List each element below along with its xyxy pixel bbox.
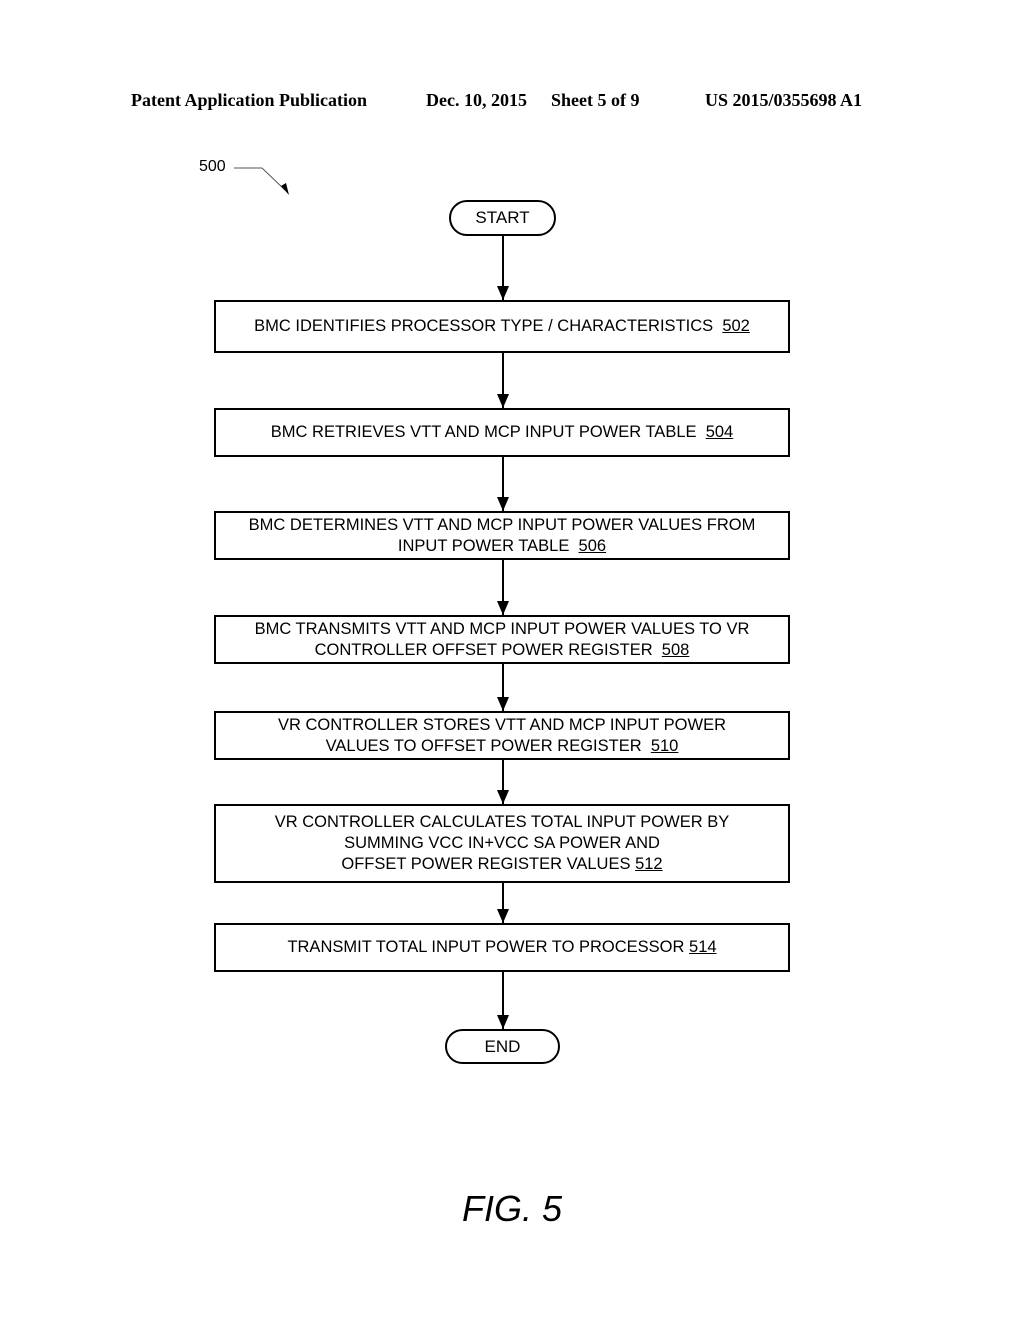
step-text: CONTROLLER OFFSET POWER REGISTER: [314, 640, 653, 659]
arrowhead-icon: [497, 286, 509, 300]
step-number: 506: [578, 536, 607, 555]
step-number: 514: [689, 938, 717, 956]
figure-caption: FIG. 5: [461, 1188, 563, 1229]
step-text: BMC TRANSMITS VTT AND MCP INPUT POWER VA…: [254, 619, 750, 638]
step-512: VR CONTROLLER CALCULATES TOTAL INPUT POW…: [214, 804, 790, 883]
step-text: VR CONTROLLER STORES VTT AND MCP INPUT P…: [277, 715, 727, 734]
step-504: BMC RETRIEVES VTT AND MCP INPUT POWER TA…: [214, 408, 790, 457]
end-terminal: END: [445, 1029, 560, 1064]
arrowhead-icon: [497, 1015, 509, 1029]
step-508: BMC TRANSMITS VTT AND MCP INPUT POWER VA…: [214, 615, 790, 664]
reference-arrowhead-icon: [281, 183, 289, 195]
arrowhead-icon: [497, 394, 509, 408]
arrowhead-icon: [497, 697, 509, 711]
step-510: VR CONTROLLER STORES VTT AND MCP INPUT P…: [214, 711, 790, 760]
arrowhead-icon: [497, 497, 509, 511]
step-text: BMC RETRIEVES VTT AND MCP INPUT POWER TA…: [270, 423, 697, 441]
step-number: 504: [705, 423, 734, 441]
step-number: 508: [661, 640, 690, 659]
step-number: 510: [650, 736, 679, 755]
step-text: OFFSET POWER REGISTER VALUES: [341, 855, 631, 873]
step-text: INPUT POWER TABLE: [397, 536, 570, 555]
step-text: VR CONTROLLER CALCULATES TOTAL INPUT POW…: [274, 813, 730, 831]
step-number: 512: [635, 855, 663, 873]
step-text: TRANSMIT TOTAL INPUT POWER TO PROCESSOR: [287, 938, 685, 956]
start-terminal: START: [449, 200, 556, 236]
step-514: TRANSMIT TOTAL INPUT POWER TO PROCESSOR …: [214, 923, 790, 972]
arrowhead-icon: [497, 790, 509, 804]
step-506: BMC DETERMINES VTT AND MCP INPUT POWER V…: [214, 511, 790, 560]
reference-leader-line: [234, 167, 286, 191]
arrowhead-icon: [497, 601, 509, 615]
step-number: 502: [722, 317, 750, 335]
step-text: BMC DETERMINES VTT AND MCP INPUT POWER V…: [248, 515, 756, 534]
step-text: SUMMING VCC IN+VCC SA POWER AND: [344, 834, 660, 852]
arrowhead-icon: [497, 909, 509, 923]
step-text: BMC IDENTIFIES PROCESSOR TYPE / CHARACTE…: [254, 317, 714, 335]
step-502: BMC IDENTIFIES PROCESSOR TYPE / CHARACTE…: [214, 300, 790, 353]
step-text: VALUES TO OFFSET POWER REGISTER: [325, 736, 642, 755]
